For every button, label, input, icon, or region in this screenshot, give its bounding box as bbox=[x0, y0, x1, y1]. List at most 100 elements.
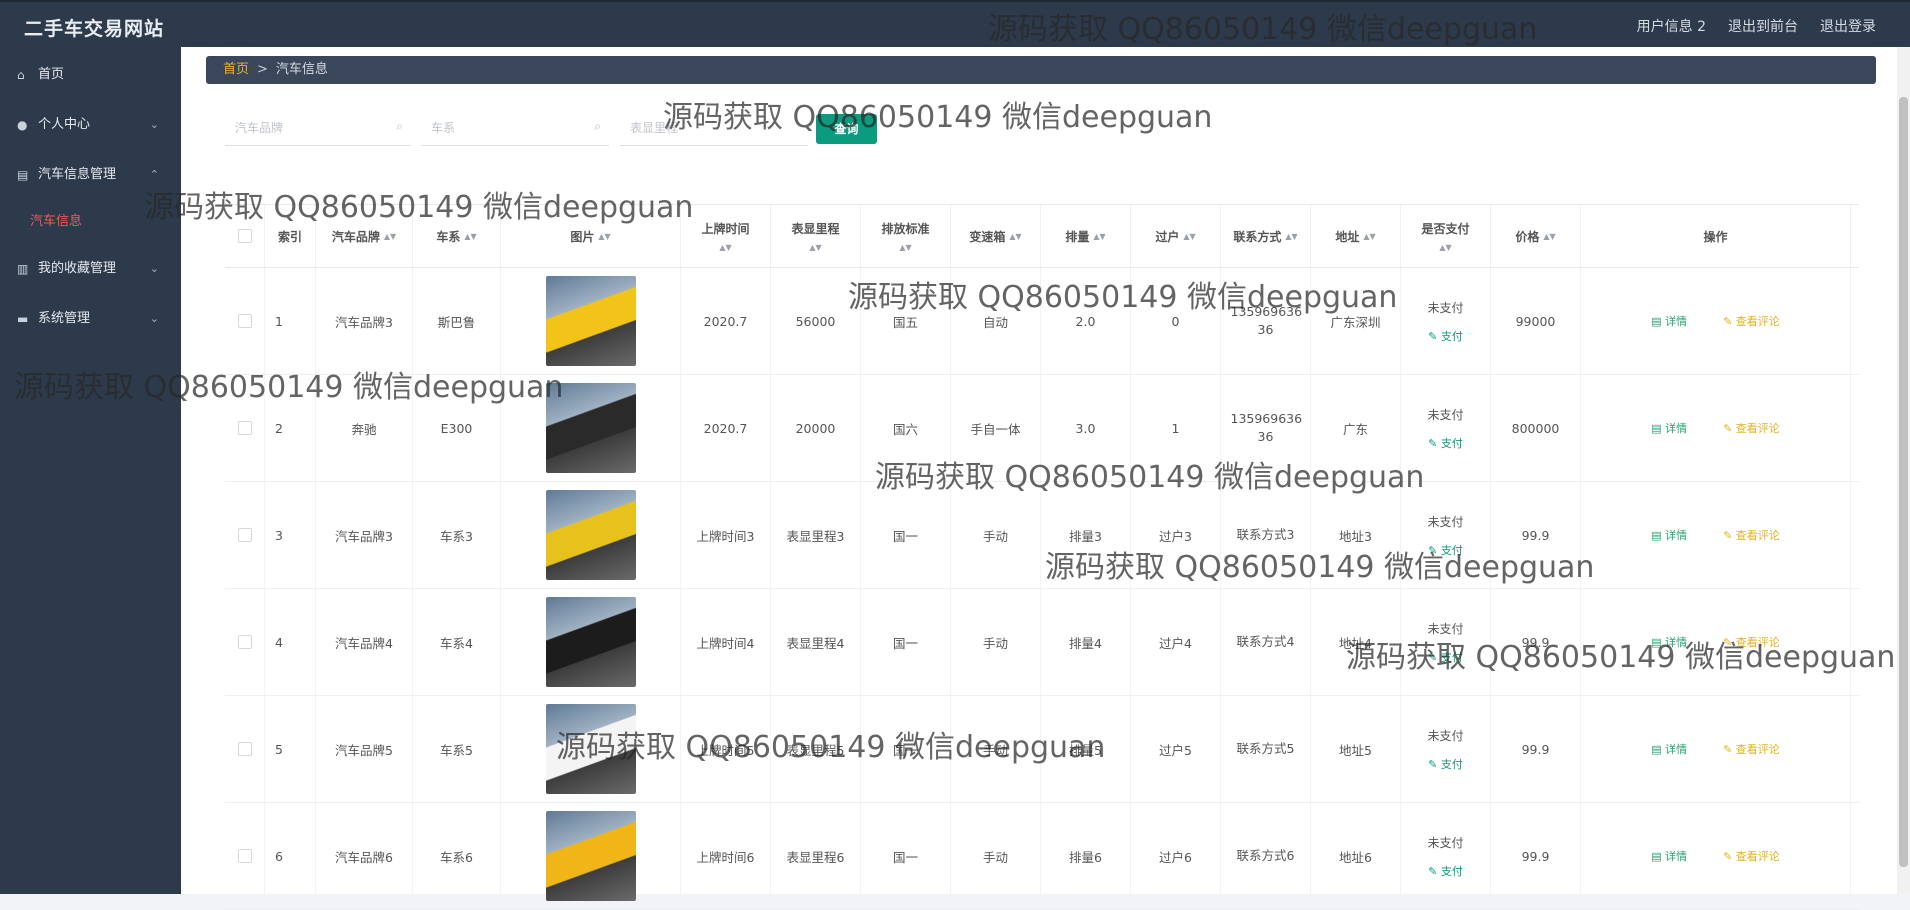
sidebar-item-system[interactable]: ▬ 系统管理 ⌄ bbox=[0, 294, 181, 344]
sort-icon[interactable]: ▲▼ bbox=[809, 243, 821, 252]
cell-index-value: 1 bbox=[275, 313, 283, 329]
sidebar-item-favorites[interactable]: ▥ 我的收藏管理 ⌄ bbox=[0, 244, 181, 294]
cell-series: 车系3 bbox=[413, 482, 501, 588]
pay-button[interactable]: ✎ 支付 bbox=[1428, 435, 1463, 451]
cell-price-value: 99000 bbox=[1515, 313, 1556, 329]
sort-icon[interactable]: ▲▼ bbox=[1093, 232, 1105, 241]
view-reviews-button[interactable]: ✎ 查看评论 bbox=[1723, 848, 1780, 864]
detail-button[interactable]: ▤ 详情 bbox=[1651, 848, 1687, 864]
scrollbar-thumb[interactable] bbox=[1899, 97, 1908, 867]
view-reviews-button[interactable]: ✎ 查看评论 bbox=[1723, 527, 1780, 543]
sort-icon[interactable]: ▲▼ bbox=[1439, 243, 1451, 252]
column-header[interactable]: 过户 ▲▼ bbox=[1131, 205, 1221, 267]
operations-cell: ▤ 详情 ✎ 查看评论 bbox=[1581, 375, 1851, 481]
column-header[interactable]: 操作 bbox=[1581, 205, 1851, 267]
detail-button[interactable]: ▤ 详情 bbox=[1651, 527, 1687, 543]
logout-link[interactable]: 退出登录 bbox=[1820, 16, 1876, 36]
row-checkbox[interactable] bbox=[237, 528, 252, 542]
column-header[interactable]: 排放标准 ▲▼ bbox=[861, 205, 951, 267]
column-header[interactable]: 上牌时间 ▲▼ bbox=[681, 205, 771, 267]
detail-button[interactable]: ▤ 详情 bbox=[1651, 741, 1687, 757]
row-checkbox[interactable] bbox=[237, 314, 252, 328]
pay-button[interactable]: ✎ 支付 bbox=[1428, 863, 1463, 879]
sort-icon[interactable]: ▲▼ bbox=[384, 232, 396, 241]
column-header[interactable]: 汽车品牌 ▲▼ bbox=[316, 205, 413, 267]
mileage-search-input[interactable] bbox=[620, 113, 808, 143]
sidebar-item-home[interactable]: ⌂ 首页 bbox=[0, 50, 181, 100]
car-image[interactable] bbox=[545, 490, 636, 580]
sort-icon[interactable]: ▲▼ bbox=[1183, 232, 1195, 241]
column-header-label: 过户 bbox=[1155, 229, 1180, 244]
detail-button[interactable]: ▤ 详情 bbox=[1651, 634, 1687, 650]
column-header-label: 上牌时间 bbox=[701, 222, 750, 236]
cell-index-value: 2 bbox=[275, 420, 283, 436]
row-checkbox[interactable] bbox=[237, 742, 252, 756]
sidebar-subitem-car-info[interactable]: 汽车信息 bbox=[0, 200, 181, 244]
cell-contact: 联系方式4 bbox=[1221, 589, 1311, 695]
column-header[interactable]: 表显里程 ▲▼ bbox=[771, 205, 861, 267]
column-header[interactable]: 地址 ▲▼ bbox=[1311, 205, 1401, 267]
sort-icon[interactable]: ▲▼ bbox=[719, 243, 731, 252]
sort-icon[interactable]: ▲▼ bbox=[598, 232, 610, 241]
edit-icon: ✎ bbox=[1428, 864, 1441, 878]
column-header[interactable]: 图片 ▲▼ bbox=[501, 205, 681, 267]
series-search-input[interactable] bbox=[421, 113, 609, 143]
sort-icon[interactable]: ▲▼ bbox=[1363, 232, 1375, 241]
sidebar-item-car-info-mgmt[interactable]: ▤ 汽车信息管理 ⌃ bbox=[0, 150, 181, 200]
pay-button[interactable]: ✎ 支付 bbox=[1428, 649, 1463, 665]
car-image[interactable] bbox=[545, 597, 636, 687]
cell-displacement: 排量5 bbox=[1041, 696, 1131, 802]
cell-address-value: 广东 bbox=[1342, 421, 1368, 437]
column-header[interactable]: 是否支付 ▲▼ bbox=[1401, 205, 1491, 267]
cell-mileage-value: 表显里程6 bbox=[786, 849, 845, 865]
scrollbar[interactable] bbox=[1897, 47, 1910, 894]
brand-search-input[interactable] bbox=[225, 113, 411, 143]
car-image[interactable] bbox=[545, 383, 636, 473]
pay-button[interactable]: ✎ 支付 bbox=[1428, 542, 1463, 558]
car-image[interactable] bbox=[545, 704, 636, 794]
column-header[interactable]: 车系 ▲▼ bbox=[413, 205, 501, 267]
sort-icon[interactable]: ▲▼ bbox=[1285, 232, 1297, 241]
pay-button[interactable]: ✎ 支付 bbox=[1428, 756, 1463, 772]
sort-icon[interactable]: ▲▼ bbox=[1009, 232, 1021, 241]
cell-series-value: 车系4 bbox=[440, 635, 473, 651]
query-button[interactable]: 查询 bbox=[816, 114, 877, 144]
view-reviews-button[interactable]: ✎ 查看评论 bbox=[1723, 634, 1780, 650]
exit-to-front-link[interactable]: 退出到前台 bbox=[1728, 16, 1798, 36]
user-info-link[interactable]: 用户信息 2 bbox=[1637, 16, 1706, 36]
detail-button[interactable]: ▤ 详情 bbox=[1651, 420, 1687, 436]
column-header[interactable]: 联系方式 ▲▼ bbox=[1221, 205, 1311, 267]
row-checkbox[interactable] bbox=[237, 421, 252, 435]
select-all-checkbox[interactable] bbox=[237, 229, 252, 243]
row-checkbox[interactable] bbox=[237, 849, 252, 863]
column-header[interactable]: 变速箱 ▲▼ bbox=[951, 205, 1041, 267]
sort-icon[interactable]: ▲▼ bbox=[899, 243, 911, 252]
cell-series-value: 车系3 bbox=[440, 528, 473, 544]
cell-displacement-value: 排量4 bbox=[1069, 635, 1102, 651]
column-header[interactable]: 排量 ▲▼ bbox=[1041, 205, 1131, 267]
view-reviews-label: 查看评论 bbox=[1735, 743, 1780, 756]
chevron-down-icon: ⌄ bbox=[149, 118, 159, 131]
view-reviews-button[interactable]: ✎ 查看评论 bbox=[1723, 420, 1780, 436]
sort-icon[interactable]: ▲▼ bbox=[1543, 232, 1555, 241]
column-header[interactable]: 价格 ▲▼ bbox=[1491, 205, 1581, 267]
row-checkbox[interactable] bbox=[237, 635, 252, 649]
payment-status: 未支付 bbox=[1427, 835, 1464, 850]
detail-button[interactable]: ▤ 详情 bbox=[1651, 313, 1687, 329]
sort-icon[interactable]: ▲▼ bbox=[464, 232, 476, 241]
view-reviews-button[interactable]: ✎ 查看评论 bbox=[1723, 741, 1780, 757]
breadcrumb-home[interactable]: 首页 bbox=[223, 62, 249, 77]
car-image[interactable] bbox=[545, 811, 636, 901]
cell-brand: 奔驰 bbox=[316, 375, 413, 481]
column-header-label: 车系 bbox=[436, 229, 461, 244]
detail-label: 详情 bbox=[1665, 743, 1688, 756]
column-header-label: 是否支付 bbox=[1421, 222, 1470, 236]
car-image[interactable] bbox=[545, 276, 636, 366]
edit-icon: ✎ bbox=[1723, 636, 1736, 649]
detail-label: 详情 bbox=[1665, 636, 1688, 649]
pay-button[interactable]: ✎ 支付 bbox=[1428, 328, 1463, 344]
sidebar-item-personal[interactable]: ● 个人中心 ⌄ bbox=[0, 100, 181, 150]
view-reviews-button[interactable]: ✎ 查看评论 bbox=[1723, 313, 1780, 329]
row-select-cell bbox=[225, 803, 265, 909]
column-header[interactable]: 索引 bbox=[265, 205, 316, 267]
